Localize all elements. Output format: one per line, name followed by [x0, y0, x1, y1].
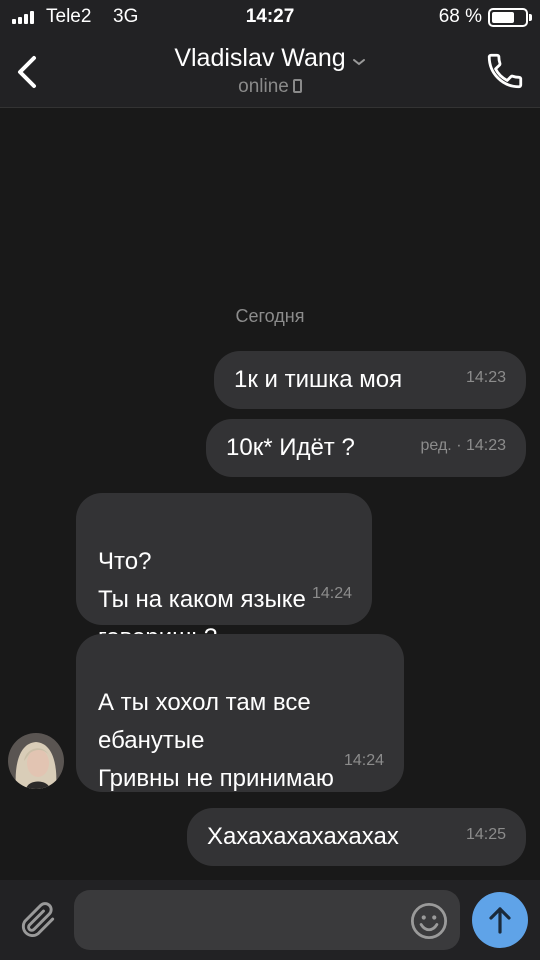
message-bubble-outgoing[interactable]: 1к и тишка моя 14:23	[214, 351, 526, 409]
status-label: online	[238, 76, 289, 97]
message-time: 14:24	[311, 585, 352, 602]
message-bubble-outgoing[interactable]: Хахахахахахахах 14:25	[187, 808, 526, 866]
contact-status: online	[0, 76, 540, 98]
message-bubble-incoming[interactable]: Что? Ты на каком языке говоришь? 14:24	[76, 493, 372, 651]
message-text: 1к и тишка моя	[234, 366, 403, 393]
paperclip-icon	[21, 902, 55, 937]
arrow-up-icon	[489, 907, 511, 934]
message-text: Хахахахахахахах	[207, 823, 399, 850]
chat-header: Vladislav Wang online	[0, 36, 540, 108]
mobile-device-icon	[292, 79, 302, 93]
avatar[interactable]	[8, 733, 64, 789]
message-list[interactable]: Сегодня 1к и тишка моя 14:23 10к* Идёт ?…	[0, 108, 540, 880]
battery-icon	[488, 8, 532, 27]
date-separator: Сегодня	[235, 306, 305, 326]
message-time: 14:23	[465, 369, 506, 386]
battery-percent: 68 %	[438, 6, 482, 27]
message-time: 14:25	[465, 826, 506, 843]
emoji-button[interactable]	[408, 900, 450, 942]
composer-bar	[0, 880, 540, 960]
contact-title[interactable]: Vladislav Wang	[0, 44, 540, 73]
message-bubble-incoming[interactable]: А ты хохол там все ебанутые Гривны не пр…	[76, 634, 404, 792]
phone-icon	[487, 53, 523, 89]
call-button[interactable]	[484, 50, 526, 92]
message-time: 14:24	[343, 752, 384, 769]
avatar-image	[8, 733, 64, 789]
message-time: ред. · 14:23	[420, 437, 506, 454]
smile-icon	[410, 902, 448, 940]
message-text: А ты хохол там все ебанутые Гривны не пр…	[98, 689, 334, 792]
message-input[interactable]	[74, 890, 460, 950]
message-bubble-outgoing[interactable]: 10к* Идёт ? ред. · 14:23	[206, 419, 526, 477]
send-button[interactable]	[472, 892, 528, 948]
battery-fill	[492, 12, 514, 23]
chevron-down-icon[interactable]	[352, 57, 366, 67]
status-bar: Tele2 3G 14:27 68 %	[0, 0, 540, 36]
contact-name[interactable]: Vladislav Wang	[174, 44, 345, 72]
attach-button[interactable]	[16, 898, 60, 942]
message-text: 10к* Идёт ?	[226, 434, 355, 461]
